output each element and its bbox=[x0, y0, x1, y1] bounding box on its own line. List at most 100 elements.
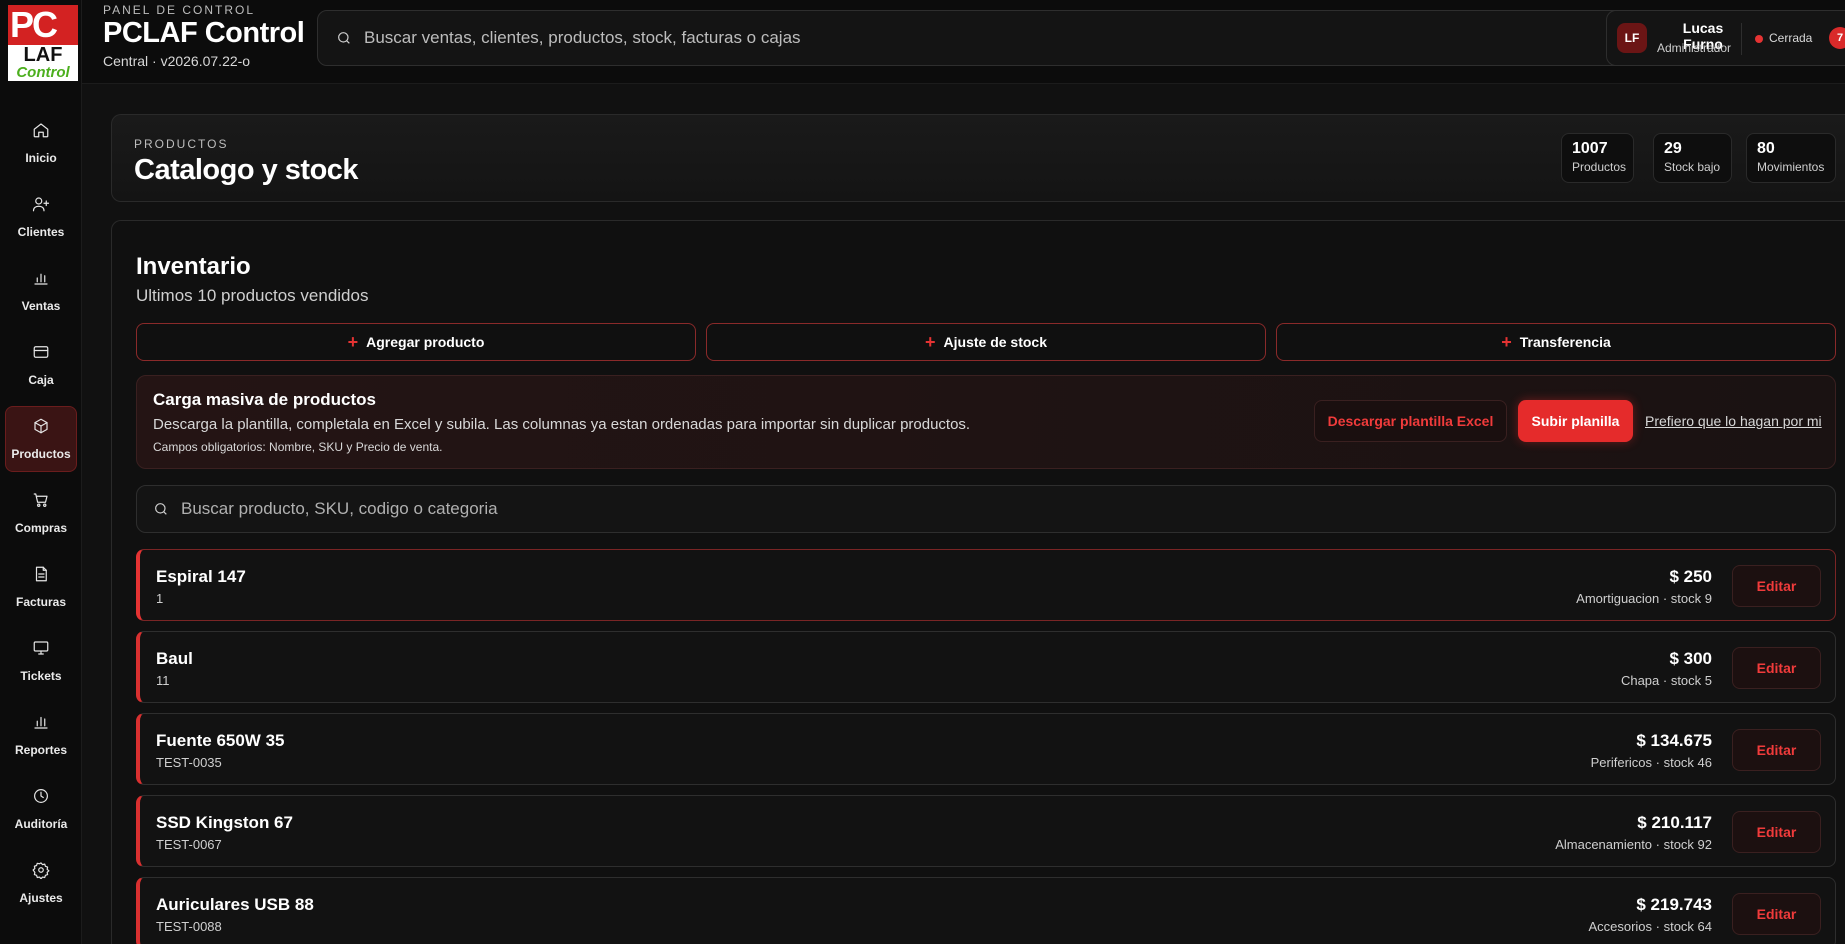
sidebar-item-auditoria[interactable]: Auditoría bbox=[5, 776, 77, 842]
sidebar-item-reportes[interactable]: Reportes bbox=[5, 702, 77, 768]
notification-badge[interactable]: 7 bbox=[1829, 27, 1845, 49]
plus-icon: + bbox=[347, 331, 359, 352]
wallet-icon bbox=[33, 346, 49, 358]
stat-label: Productos bbox=[1572, 160, 1627, 174]
product-name: Auriculares USB 88 bbox=[156, 895, 314, 914]
product-sku: TEST-0067 bbox=[156, 837, 222, 852]
app-logo[interactable]: PC LAF Control bbox=[8, 5, 78, 81]
download-template-button[interactable]: Descargar plantilla Excel bbox=[1314, 400, 1507, 442]
product-price: $ 134.675 bbox=[1636, 731, 1712, 750]
stat-productos: 1007 Productos bbox=[1561, 133, 1634, 183]
list-item[interactable]: Baul 11 $ 300 Chapa · stock 5 Editar bbox=[136, 631, 1836, 703]
help-link[interactable]: Prefiero que lo hagan por mi bbox=[1645, 413, 1822, 429]
global-search[interactable] bbox=[317, 10, 1674, 66]
user-menu[interactable]: LF Lucas Furno Administrador Cerrada 7 bbox=[1606, 10, 1845, 66]
add-product-button[interactable]: + Agregar producto bbox=[136, 323, 696, 361]
edit-button[interactable]: Editar bbox=[1732, 893, 1821, 935]
stat-value: 80 bbox=[1757, 140, 1775, 157]
page-header: PRODUCTOS Catalogo y stock 1007 Producto… bbox=[111, 114, 1845, 202]
product-meta: Chapa · stock 5 bbox=[1620, 673, 1712, 688]
sidebar-item-label: Ajustes bbox=[19, 891, 63, 905]
sidebar-item-productos[interactable]: Productos bbox=[5, 406, 77, 472]
product-meta: Perifericos · stock 46 bbox=[1590, 755, 1712, 770]
page-title: Catalogo y stock bbox=[134, 154, 359, 186]
list-item[interactable]: Espiral 147 1 $ 250 Amortiguacion · stoc… bbox=[136, 549, 1836, 621]
transfer-button[interactable]: + Transferencia bbox=[1276, 323, 1836, 361]
stock-adjust-button[interactable]: + Ajuste de stock bbox=[706, 323, 1266, 361]
product-search-input[interactable] bbox=[181, 499, 1781, 519]
sidebar-item-label: Ventas bbox=[21, 299, 61, 313]
stat-label: Stock bajo bbox=[1664, 160, 1721, 174]
sidebar-item-compras[interactable]: Compras bbox=[5, 480, 77, 546]
sidebar-item-label: Reportes bbox=[14, 743, 67, 757]
brand-kicker: PANEL DE CONTROL bbox=[103, 3, 256, 17]
button-label: Ajuste de stock bbox=[943, 334, 1047, 350]
sidebar-nav: Inicio Clientes Ventas Caja Productos Co… bbox=[0, 110, 82, 924]
sidebar-item-tickets[interactable]: Tickets bbox=[5, 628, 77, 694]
list-item[interactable]: Fuente 650W 35 TEST-0035 $ 134.675 Perif… bbox=[136, 713, 1836, 785]
logo-laf: LAF bbox=[8, 45, 78, 65]
edit-button[interactable]: Editar bbox=[1732, 729, 1821, 771]
list-item[interactable]: Auriculares USB 88 TEST-0088 $ 219.743 A… bbox=[136, 877, 1836, 944]
sidebar-item-label: Clientes bbox=[17, 225, 65, 239]
bar-chart-icon bbox=[34, 273, 48, 285]
global-search-input[interactable] bbox=[364, 28, 1644, 48]
edit-button[interactable]: Editar bbox=[1732, 811, 1821, 853]
user-role: Administrador bbox=[1657, 41, 1732, 55]
brand-title: PCLAF Control bbox=[103, 17, 305, 49]
sidebar-item-ajustes[interactable]: Ajustes bbox=[5, 850, 77, 916]
product-search[interactable] bbox=[136, 485, 1836, 533]
plus-icon: + bbox=[1501, 331, 1512, 352]
topbar: PANEL DE CONTROL PCLAF Control Central ·… bbox=[82, 0, 1845, 84]
avatar[interactable]: LF bbox=[1617, 23, 1647, 53]
plus-icon: + bbox=[925, 331, 936, 352]
upload-sheet-button[interactable]: Subir planilla bbox=[1518, 400, 1633, 442]
stat-value: 29 bbox=[1664, 140, 1682, 157]
stat-value: 1007 bbox=[1572, 140, 1608, 157]
inventory-title: Inventario bbox=[136, 253, 251, 280]
sidebar-item-label: Inicio bbox=[25, 151, 57, 165]
button-label: Transferencia bbox=[1519, 334, 1611, 350]
product-name: Baul bbox=[156, 649, 193, 668]
page-kicker: PRODUCTOS bbox=[134, 137, 229, 151]
gear-icon bbox=[32, 862, 50, 879]
brand-subtitle: Central · v2026.07.22-o bbox=[103, 53, 251, 69]
logo-control: Control bbox=[8, 65, 78, 81]
sidebar-item-ventas[interactable]: Ventas bbox=[5, 258, 77, 324]
edit-button[interactable]: Editar bbox=[1732, 647, 1821, 689]
product-name: Espiral 147 bbox=[156, 567, 246, 586]
document-icon bbox=[35, 566, 47, 582]
product-sku: TEST-0035 bbox=[156, 755, 222, 770]
list-item[interactable]: SSD Kingston 67 TEST-0067 $ 210.117 Alma… bbox=[136, 795, 1836, 867]
stat-movimientos: 80 Movimientos bbox=[1746, 133, 1836, 183]
product-sku: 11 bbox=[156, 673, 170, 688]
sidebar: PC LAF Control Inicio Clientes Ventas Ca… bbox=[0, 0, 82, 944]
product-price: $ 219.743 bbox=[1636, 895, 1712, 914]
logo-pc: PC bbox=[8, 5, 78, 45]
bulk-upload-panel: Carga masiva de productos Descarga la pl… bbox=[136, 375, 1836, 469]
divider bbox=[1741, 23, 1742, 55]
sidebar-item-label: Auditoría bbox=[14, 817, 68, 831]
product-meta: Amortiguacion · stock 9 bbox=[1576, 591, 1712, 606]
product-meta: Accesorios · stock 64 bbox=[1588, 919, 1712, 934]
product-price: $ 250 bbox=[1669, 567, 1712, 586]
product-name: Fuente 650W 35 bbox=[156, 731, 285, 750]
sidebar-item-inicio[interactable]: Inicio bbox=[5, 110, 77, 176]
inventory-subtitle: Ultimos 10 productos vendidos bbox=[136, 286, 369, 305]
sidebar-item-label: Productos bbox=[11, 447, 71, 461]
status-dot-icon bbox=[1755, 35, 1763, 43]
sidebar-item-clientes[interactable]: Clientes bbox=[5, 184, 77, 250]
sidebar-item-caja[interactable]: Caja bbox=[5, 332, 77, 398]
sidebar-item-label: Facturas bbox=[15, 595, 67, 609]
sidebar-item-facturas[interactable]: Facturas bbox=[5, 554, 77, 620]
bulk-title: Carga masiva de productos bbox=[153, 390, 376, 409]
button-label: Agregar producto bbox=[366, 334, 485, 350]
stat-stock-bajo: 29 Stock bajo bbox=[1653, 133, 1732, 183]
search-icon bbox=[155, 503, 167, 515]
edit-button[interactable]: Editar bbox=[1732, 565, 1821, 607]
sidebar-item-label: Tickets bbox=[20, 669, 62, 683]
product-price: $ 300 bbox=[1669, 649, 1712, 668]
bar-chart-icon bbox=[34, 716, 48, 729]
cash-status: Cerrada bbox=[1769, 31, 1813, 45]
bulk-note: Campos obligatorios: Nombre, SKU y Preci… bbox=[153, 440, 443, 454]
